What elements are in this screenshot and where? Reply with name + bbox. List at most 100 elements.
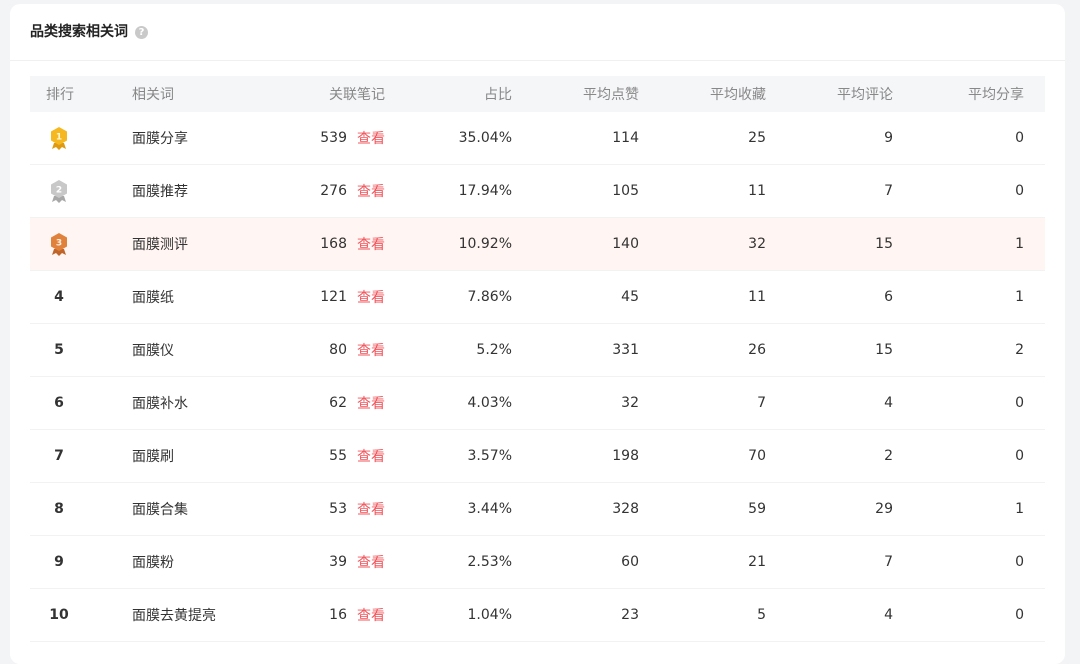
avg-likes-value: 45 [621, 289, 639, 305]
header-notes[interactable]: 关联笔记 [260, 76, 385, 112]
notes-count: 62 [329, 395, 347, 411]
table-row: 4 面膜纸 121 查看 7.86% 45 11 6 1 [30, 271, 1045, 324]
avg-share-value: 1 [1015, 501, 1024, 517]
avg-comment-value: 7 [884, 554, 893, 570]
avg-collect-value: 11 [748, 183, 766, 199]
avg-collect-value: 7 [757, 395, 766, 411]
header-collect[interactable]: 平均收藏 [660, 76, 766, 112]
table-row: 3 面膜测评 168 查看 10.92% 140 32 15 1 [30, 218, 1045, 271]
table-header: 排行 相关词 关联笔记 占比 平均点赞 平均收藏 平均评论 平均分享 [30, 76, 1045, 112]
avg-comment-value: 15 [875, 236, 893, 252]
header-likes[interactable]: 平均点赞 [535, 76, 639, 112]
avg-likes-value: 198 [612, 448, 639, 464]
avg-likes-value: 32 [621, 395, 639, 411]
avg-collect-value: 32 [748, 236, 766, 252]
rank-cell: 10 [46, 589, 106, 641]
card-title: 品类搜索相关词 [30, 24, 128, 40]
avg-share-value: 0 [1015, 395, 1024, 411]
view-notes-link[interactable]: 查看 [357, 340, 385, 360]
view-notes-link[interactable]: 查看 [357, 552, 385, 572]
table-row: 9 面膜粉 39 查看 2.53% 60 21 7 0 [30, 536, 1045, 589]
avg-comment-value: 7 [884, 183, 893, 199]
rank-number: 7 [54, 448, 64, 464]
avg-comment-value: 4 [884, 607, 893, 623]
notes-count: 39 [329, 554, 347, 570]
avg-likes-value: 114 [612, 130, 639, 146]
header-share[interactable]: 平均分享 [920, 76, 1024, 112]
rank-cell: 7 [46, 430, 106, 482]
avg-likes-value: 328 [612, 501, 639, 517]
avg-comment-value: 6 [884, 289, 893, 305]
notes-cell: 168 查看 [260, 218, 385, 270]
notes-count: 80 [329, 342, 347, 358]
table-row: 10 面膜去黄提亮 16 查看 1.04% 23 5 4 0 [30, 589, 1045, 642]
ratio-value: 3.57% [467, 448, 512, 464]
avg-collect-value: 70 [748, 448, 766, 464]
rank-cell: 9 [46, 536, 106, 588]
rank-cell: 3 [46, 218, 106, 270]
ratio-value: 7.86% [467, 289, 512, 305]
view-notes-link[interactable]: 查看 [357, 181, 385, 201]
medal-rank-number: 3 [56, 239, 62, 249]
avg-share-value: 1 [1015, 289, 1024, 305]
related-words-table: 排行 相关词 关联笔记 占比 平均点赞 平均收藏 平均评论 平均分享 1 面膜分享… [30, 76, 1045, 642]
avg-collect-value: 59 [748, 501, 766, 517]
avg-share-value: 0 [1015, 130, 1024, 146]
gold-medal-icon: 1 [46, 125, 72, 151]
related-words-card: 品类搜索相关词 ? 排行 相关词 关联笔记 占比 平均点赞 平均收藏 平均评论 … [10, 4, 1065, 664]
header-ratio[interactable]: 占比 [410, 76, 512, 112]
avg-share-value: 1 [1015, 236, 1024, 252]
view-notes-link[interactable]: 查看 [357, 234, 385, 254]
ratio-value: 4.03% [467, 395, 512, 411]
rank-cell: 8 [46, 483, 106, 535]
view-notes-link[interactable]: 查看 [357, 446, 385, 466]
notes-cell: 276 查看 [260, 165, 385, 217]
table-row: 6 面膜补水 62 查看 4.03% 32 7 4 0 [30, 377, 1045, 430]
avg-comment-value: 2 [884, 448, 893, 464]
ratio-value: 10.92% [458, 236, 512, 252]
notes-cell: 53 查看 [260, 483, 385, 535]
table-row: 1 面膜分享 539 查看 35.04% 114 25 9 0 [30, 112, 1045, 165]
rank-cell: 2 [46, 165, 106, 217]
rank-number: 8 [54, 501, 64, 517]
avg-collect-value: 26 [748, 342, 766, 358]
rank-number: 9 [54, 554, 64, 570]
view-notes-link[interactable]: 查看 [357, 393, 385, 413]
ratio-value: 17.94% [458, 183, 512, 199]
avg-collect-value: 5 [757, 607, 766, 623]
header-rank: 排行 [46, 87, 74, 103]
ratio-value: 3.44% [467, 501, 512, 517]
rank-cell: 6 [46, 377, 106, 429]
table-body: 1 面膜分享 539 查看 35.04% 114 25 9 0 2 面膜推荐 276 查看 17.94% 1… [30, 112, 1045, 642]
notes-count: 55 [329, 448, 347, 464]
medal-rank-number: 2 [56, 186, 62, 196]
avg-likes-value: 23 [621, 607, 639, 623]
avg-comment-value: 4 [884, 395, 893, 411]
notes-cell: 80 查看 [260, 324, 385, 376]
card-header: 品类搜索相关词 ? [10, 4, 1065, 61]
view-notes-link[interactable]: 查看 [357, 499, 385, 519]
rank-cell: 4 [46, 271, 106, 323]
rank-number: 10 [49, 607, 69, 623]
header-comment[interactable]: 平均评论 [790, 76, 893, 112]
rank-number: 6 [54, 395, 64, 411]
avg-likes-value: 331 [612, 342, 639, 358]
avg-likes-value: 140 [612, 236, 639, 252]
question-circle-icon[interactable]: ? [135, 26, 148, 39]
avg-share-value: 0 [1015, 183, 1024, 199]
view-notes-link[interactable]: 查看 [357, 605, 385, 625]
view-notes-link[interactable]: 查看 [357, 287, 385, 307]
notes-count: 53 [329, 501, 347, 517]
rank-cell: 1 [46, 112, 106, 164]
notes-cell: 16 查看 [260, 589, 385, 641]
ratio-value: 35.04% [458, 130, 512, 146]
notes-count: 16 [329, 607, 347, 623]
table-row: 5 面膜仪 80 查看 5.2% 331 26 15 2 [30, 324, 1045, 377]
ratio-value: 1.04% [467, 607, 512, 623]
avg-comment-value: 15 [875, 342, 893, 358]
rank-number: 4 [54, 289, 64, 305]
bronze-medal-icon: 3 [46, 231, 72, 257]
avg-share-value: 0 [1015, 607, 1024, 623]
notes-count: 539 [320, 130, 347, 146]
view-notes-link[interactable]: 查看 [357, 128, 385, 148]
